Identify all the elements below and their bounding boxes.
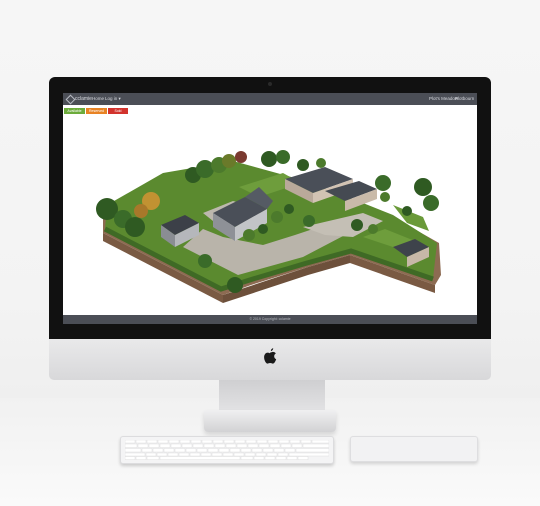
screen: cclamie Home Log in ▾ Plot's Meadow Plot… <box>63 93 477 324</box>
brand-name: cclamie <box>75 96 92 102</box>
top-navbar: cclamie Home Log in ▾ Plot's Meadow Plot… <box>63 93 477 105</box>
brand-mark-icon <box>65 94 76 105</box>
nav-login-dropdown[interactable]: Log in ▾ <box>105 93 121 105</box>
legend-available[interactable]: Available <box>64 108 85 114</box>
keyboard <box>120 436 334 464</box>
nav-home-link[interactable]: Home <box>92 93 104 105</box>
trackpad <box>350 436 478 462</box>
legend-sold[interactable]: Sold <box>108 108 128 114</box>
keyboard-keys <box>125 440 329 460</box>
legend-reserved[interactable]: Reserved <box>86 108 107 114</box>
imac-stand-neck <box>219 380 325 414</box>
nav-development-link[interactable]: Plot's Meadow <box>429 93 458 105</box>
page-footer: © 2019 Copyright: cclamie <box>63 315 477 324</box>
nav-location-link[interactable]: Plotbourn <box>455 93 474 105</box>
imac-stand-foot <box>204 410 336 432</box>
camera-icon <box>268 82 272 86</box>
site-plan-render[interactable] <box>63 117 477 313</box>
brand-logo[interactable]: cclamie <box>65 94 92 105</box>
apple-logo-icon <box>264 348 277 364</box>
